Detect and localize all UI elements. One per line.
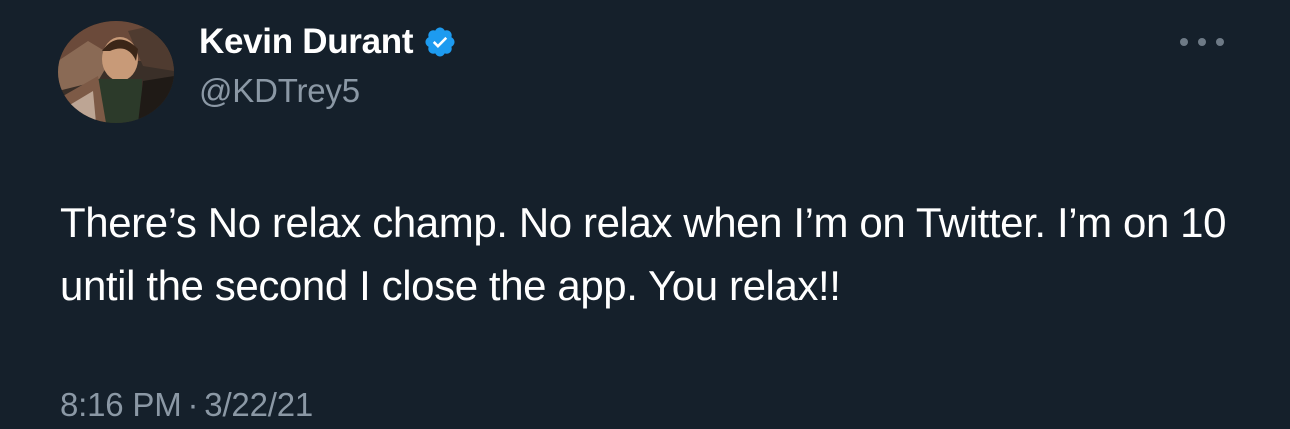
tweet-timestamp[interactable]: 8:16 PM · 3/22/21 <box>60 386 313 424</box>
tweet-header: Kevin Durant @KDTrey5 <box>199 18 457 110</box>
tweet-time: 8:16 PM <box>60 386 182 423</box>
tweet-card: Kevin Durant @KDTrey5 There’s No relax c… <box>0 0 1290 429</box>
tweet-text: There’s No relax champ. No relax when I’… <box>60 199 1227 309</box>
meta-separator: · <box>187 386 199 423</box>
name-row: Kevin Durant <box>199 18 457 66</box>
user-handle[interactable]: @KDTrey5 <box>199 72 457 110</box>
more-dot <box>1216 38 1224 46</box>
avatar-image <box>58 21 174 123</box>
more-dot <box>1180 38 1188 46</box>
tweet-date: 3/22/21 <box>204 386 313 423</box>
verified-badge-icon <box>423 25 457 59</box>
more-options-icon[interactable] <box>1180 30 1224 54</box>
more-dot <box>1198 38 1206 46</box>
display-name[interactable]: Kevin Durant <box>199 22 414 62</box>
avatar[interactable] <box>58 21 174 123</box>
